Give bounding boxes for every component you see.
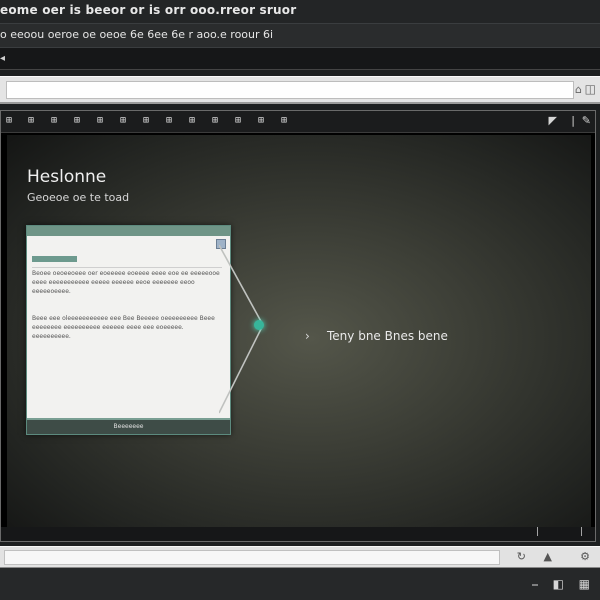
grid-icon[interactable]: ⊞: [25, 115, 37, 127]
status-bar: ↻ ▲ ⚙: [0, 546, 600, 568]
menu-line[interactable]: o eeoou oeroe oe oeoe 6e 6ee 6e r aoo.e …: [0, 28, 273, 41]
grid-icon[interactable]: ⊞: [163, 115, 175, 127]
connector-bracket: [219, 245, 264, 414]
card-paragraph-2: Beee eee oleeeeeeeeeee eee Bee Beeeee oe…: [32, 315, 215, 340]
grid-icon[interactable]: ⊞: [140, 115, 152, 127]
grid-icon[interactable]: ⊞: [71, 115, 83, 127]
grid-icon[interactable]: ⊞: [117, 115, 129, 127]
pen-icon[interactable]: ✎: [582, 114, 591, 127]
settings-icon[interactable]: ⚙: [580, 550, 590, 563]
grid-icon[interactable]: ⊞: [186, 115, 198, 127]
external-link-icon[interactable]: ◫: [585, 82, 596, 96]
alert-icon[interactable]: ▲: [544, 550, 552, 563]
pipe-icon[interactable]: |: [580, 527, 583, 537]
slide-subtitle: Geoeoe oe te toad: [27, 191, 130, 204]
slide-right-label: Teny bne Bnes bene: [327, 329, 448, 343]
window-title: eome oer is beeor or is orr ooo.rreor sr…: [0, 3, 297, 17]
grid-icon[interactable]: ⊞: [3, 115, 15, 127]
slide-canvas: Heslonne Geoeoe oe te toad Beoee oeoeeoe…: [7, 135, 591, 527]
grid-icon[interactable]: ⊞: [48, 115, 60, 127]
card-footer-label: Beeeeeee: [113, 423, 144, 430]
lock-icon[interactable]: ⌂: [575, 83, 582, 96]
window-title-bar: eome oer is beeor or is orr ooo.rreor sr…: [0, 0, 600, 24]
chevron-right-icon: ›: [305, 329, 310, 343]
card-link[interactable]: [32, 256, 77, 262]
window-menu-bar: o eeoou oeroe oe oeoe 6e 6ee 6e r aoo.e …: [0, 24, 600, 48]
slide-title: Heslonne: [27, 167, 107, 187]
grid-icon[interactable]: ▦: [579, 577, 590, 591]
taskbar: ⎯ ◧ ▦: [0, 568, 600, 600]
send-icon[interactable]: ◤: [549, 114, 557, 127]
grid-icon[interactable]: ⊞: [94, 115, 106, 127]
card-header: [27, 226, 230, 236]
viewer-toolbar: ⊞ ⊞ ⊞ ⊞ ⊞ ⊞ ⊞ ⊞ ⊞ ⊞ ⊞ ⊞ ⊞ ◤ | ✎: [1, 111, 595, 133]
pipe-icon[interactable]: |: [536, 527, 539, 537]
status-input[interactable]: [4, 550, 500, 565]
viewer-bottom-bar: | |: [1, 527, 595, 541]
address-bar: ⌂ ◫: [0, 76, 600, 104]
card-divider: [32, 267, 222, 268]
grid-icon[interactable]: ⊞: [278, 115, 290, 127]
card-paragraph-1: Beoee oeoeeoeee oer eoeeeee eoeeee eeee …: [32, 270, 220, 295]
grid-icon[interactable]: ⊞: [255, 115, 267, 127]
app-root: eome oer is beeor or is orr ooo.rreor sr…: [0, 0, 600, 600]
refresh-icon[interactable]: ↻: [517, 550, 526, 563]
minimize-icon[interactable]: ⎯: [532, 577, 538, 592]
preview-card: Beoee oeoeeoeee oer eoeeeee eoeeee eeee …: [26, 225, 231, 435]
window-icon[interactable]: ◧: [553, 577, 564, 591]
grid-icon[interactable]: ⊞: [232, 115, 244, 127]
connector-dot[interactable]: [254, 320, 264, 330]
grid-icon[interactable]: ⊞: [209, 115, 221, 127]
presentation-viewer: ⊞ ⊞ ⊞ ⊞ ⊞ ⊞ ⊞ ⊞ ⊞ ⊞ ⊞ ⊞ ⊞ ◤ | ✎ Heslonne…: [0, 110, 596, 542]
address-input[interactable]: [6, 81, 574, 99]
card-footer[interactable]: Beeeeeee: [27, 418, 230, 434]
pipe-icon[interactable]: |: [571, 114, 575, 127]
back-icon[interactable]: ◂: [0, 53, 5, 64]
window-toolbar: ◂: [0, 48, 600, 70]
